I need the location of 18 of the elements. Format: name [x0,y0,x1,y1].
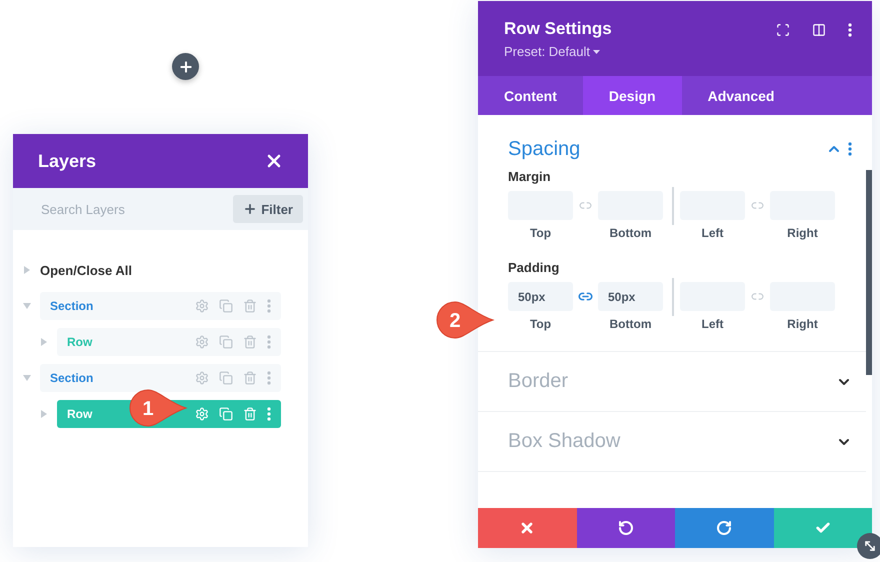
field-label: Top [530,226,552,240]
panel-title: Layers [38,150,96,172]
step-tooltip: 1 [128,388,188,428]
field-label: Right [787,317,818,331]
field-label: Top [530,317,552,331]
group-label: Margin [508,169,552,184]
group-label: Padding [508,260,560,275]
panel-title: Row Settings [504,19,612,39]
field-label: Left [702,317,724,331]
field-label: Right [787,226,818,240]
layer-label: Section [50,299,94,313]
field-label: Left [702,226,724,240]
step-tooltip: 2 [435,300,495,340]
field-label: Bottom [610,317,652,331]
layer-label: Section [50,371,94,385]
field-label: Bottom [610,226,652,240]
layer-label: Row [67,335,92,349]
layer-label: Row [67,407,92,421]
